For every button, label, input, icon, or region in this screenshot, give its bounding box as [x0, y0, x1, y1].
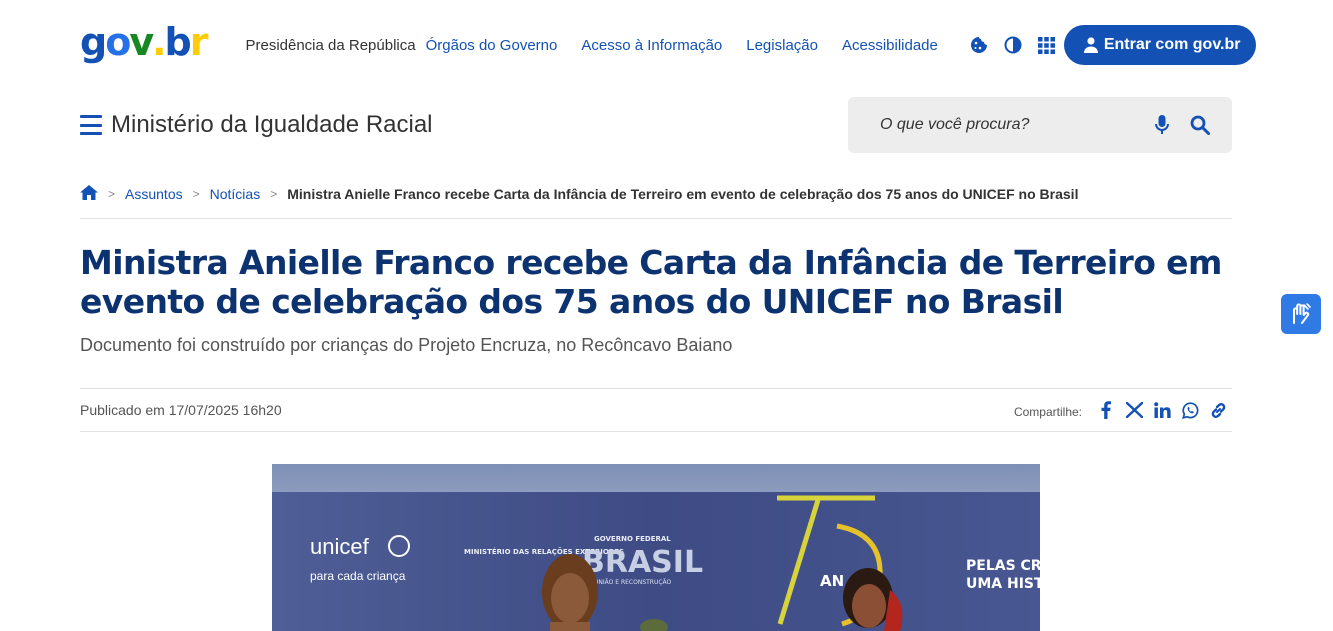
- photo-unicef-tagline: para cada criança: [310, 569, 406, 583]
- link-orgaos[interactable]: Órgãos do Governo: [426, 37, 558, 54]
- logo-letter: r: [189, 20, 209, 64]
- article-subtitle: Documento foi construído por crianças do…: [80, 335, 733, 355]
- breadcrumb-assuntos[interactable]: Assuntos: [125, 186, 183, 202]
- article-photo[interactable]: unicef para cada criança MINISTÉRIO DAS …: [272, 464, 1040, 631]
- breadcrumb-separator: >: [108, 187, 116, 201]
- top-links: Órgãos do Governo Acesso à Informação Le…: [426, 37, 950, 54]
- photo-unicef-text: unicef: [310, 534, 370, 559]
- photo-gov-tagline: UNIÃO E RECONSTRUÇÃO: [594, 579, 672, 586]
- contrast-icon[interactable]: [996, 28, 1030, 62]
- logo-letter: o: [105, 20, 131, 64]
- sign-language-widget[interactable]: [1281, 294, 1321, 334]
- govbr-logo[interactable]: gov.br: [80, 20, 209, 64]
- photo-gov-small: GOVERNO FEDERAL: [594, 535, 671, 543]
- photo-pelas-line1: PELAS CR: [966, 558, 1040, 574]
- linkedin-icon[interactable]: [1148, 398, 1176, 422]
- site-title[interactable]: Ministério da Igualdade Racial: [111, 111, 433, 139]
- whatsapp-icon[interactable]: [1176, 398, 1204, 422]
- divider: [80, 388, 1232, 389]
- breadcrumb: > Assuntos > Notícias > Ministra Anielle…: [80, 183, 1232, 205]
- search-icon[interactable]: [1184, 109, 1216, 141]
- photo-pelas-line2: UMA HIST: [966, 576, 1040, 592]
- hands-icon: [1293, 303, 1311, 324]
- share-bar: Compartilhe:: [1014, 398, 1232, 422]
- logo-letter: v: [129, 20, 154, 64]
- link-icon[interactable]: [1204, 398, 1232, 422]
- photo-brasil: BRASIL: [582, 545, 703, 580]
- breadcrumb-separator: >: [270, 187, 278, 201]
- facebook-icon[interactable]: [1092, 398, 1120, 422]
- presidencia-label: Presidência da República: [245, 36, 416, 54]
- cookie-icon[interactable]: [962, 28, 996, 62]
- apps-grid-icon[interactable]: [1030, 28, 1064, 62]
- search-input[interactable]: [880, 116, 1140, 134]
- link-acessibilidade[interactable]: Acessibilidade: [842, 37, 938, 54]
- article-title: Ministra Anielle Franco recebe Carta da …: [80, 243, 1222, 321]
- breadcrumb-current: Ministra Anielle Franco recebe Carta da …: [287, 186, 1079, 202]
- x-icon[interactable]: [1120, 398, 1148, 422]
- logo-letter: b: [164, 20, 192, 64]
- logo-letter: g: [80, 20, 107, 64]
- user-icon: [1083, 37, 1098, 53]
- header-icon-buttons: [962, 28, 1064, 62]
- link-legislacao[interactable]: Legislação: [746, 37, 818, 54]
- hamburger-menu-icon[interactable]: [80, 115, 102, 135]
- top-header: gov.br Presidência da República Órgãos d…: [80, 20, 1257, 66]
- breadcrumb-separator: >: [192, 187, 200, 201]
- link-acesso-informacao[interactable]: Acesso à Informação: [581, 37, 722, 54]
- share-label: Compartilhe:: [1013, 405, 1082, 419]
- site-header: Ministério da Igualdade Racial: [80, 97, 1232, 153]
- divider: [80, 431, 1232, 432]
- search-box: [848, 97, 1232, 153]
- logo-letter: .: [152, 20, 167, 64]
- login-button[interactable]: Entrar com gov.br: [1063, 25, 1257, 65]
- home-icon[interactable]: [80, 185, 98, 203]
- breadcrumb-noticias[interactable]: Notícias: [210, 186, 261, 202]
- published-date: Publicado em 17/07/2025 16h20: [80, 402, 282, 418]
- microphone-icon[interactable]: [1146, 109, 1178, 141]
- divider: [80, 218, 1232, 219]
- photo-anos-text: AN: [820, 572, 844, 590]
- login-button-label: Entrar com gov.br: [1103, 36, 1241, 53]
